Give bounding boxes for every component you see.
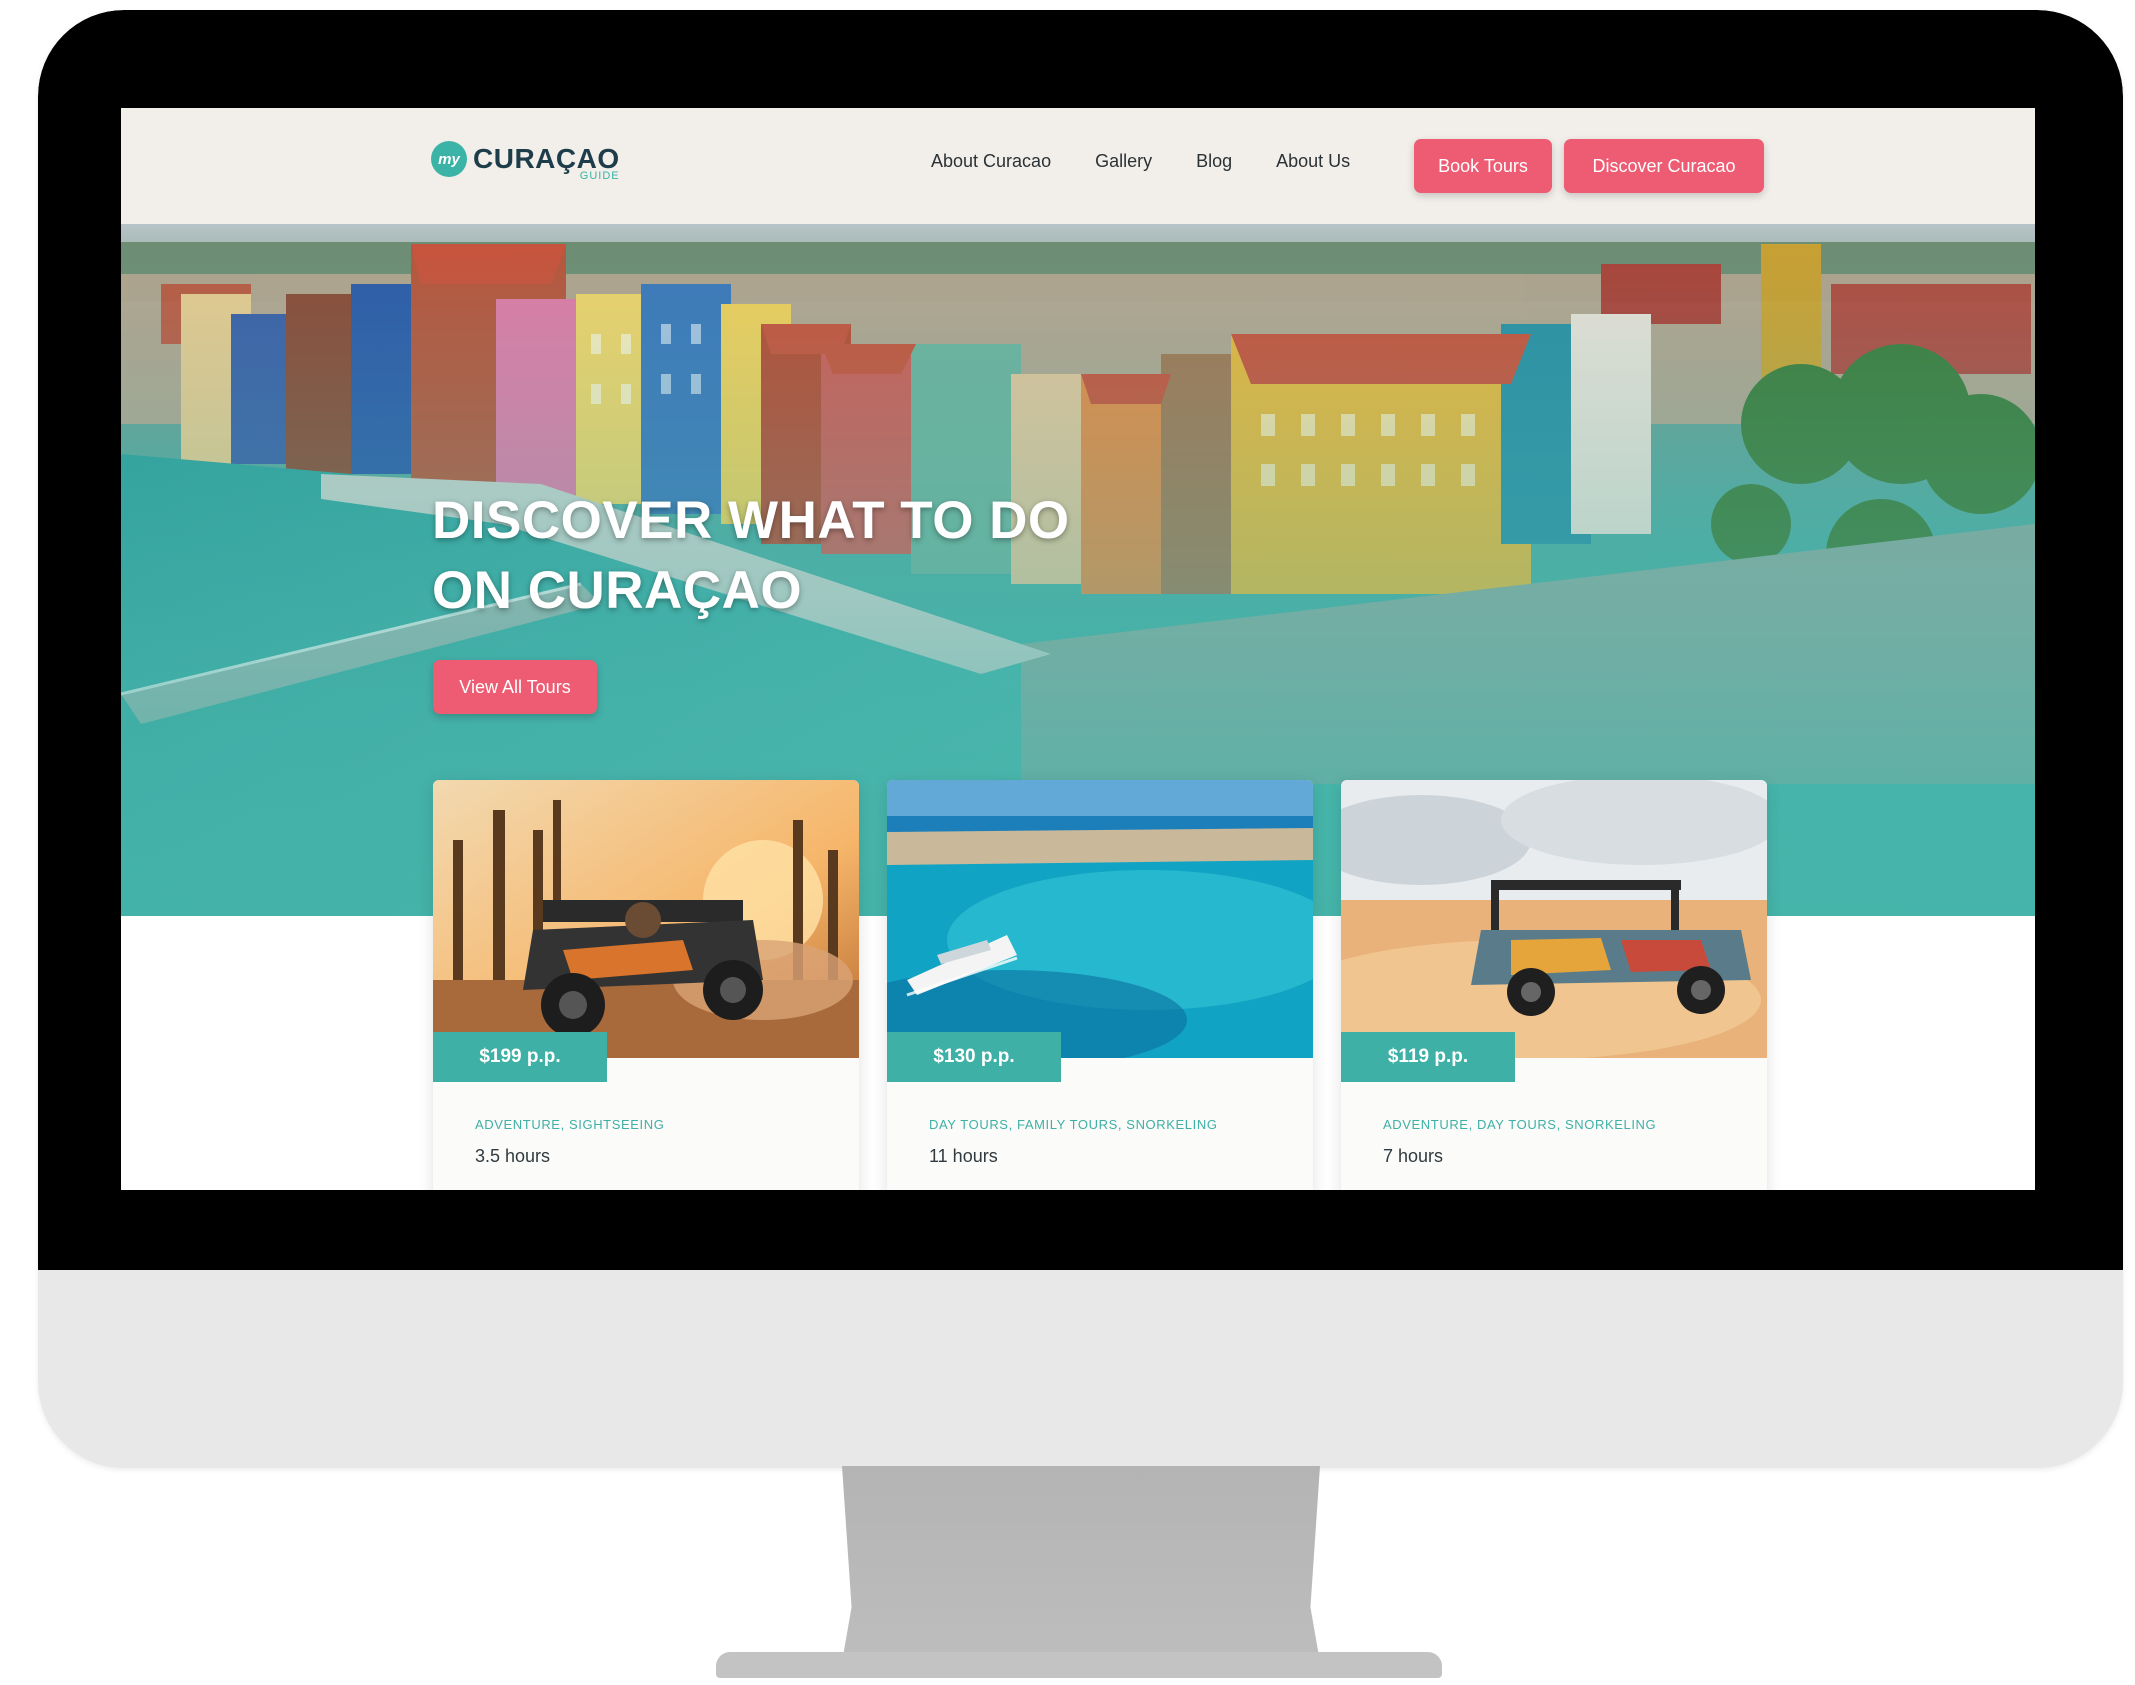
tour-card[interactable]: $119 p.p. ADVENTURE, DAY TOURS, SNORKELI…: [1341, 780, 1767, 1190]
logo-wordmark: CURAÇAO GUIDE: [473, 144, 620, 183]
tour-duration: 7 hours: [1383, 1146, 1444, 1166]
tour-categories: DAY TOURS, FAMILY TOURS, SNORKELING: [929, 1117, 1218, 1132]
tour-duration: 3.5 hours: [475, 1146, 551, 1166]
monitor-stand-base: [716, 1652, 1442, 1678]
site-logo[interactable]: my CURAÇAO GUIDE: [431, 141, 620, 183]
tour-card[interactable]: $199 p.p. ADVENTURE, SIGHTSEEING 3.5 hou…: [433, 780, 859, 1190]
tour-duration: 11 hours: [929, 1146, 998, 1166]
hero-heading-line2: ON CURAÇAO: [432, 561, 803, 620]
book-tours-button[interactable]: Book Tours: [1414, 139, 1552, 193]
hero-heading: DISCOVER WHAT TO DO ON CURAÇAO: [432, 486, 1192, 626]
price-badge: $119 p.p.: [1341, 1032, 1515, 1082]
safari-jeep-photo: [1341, 780, 1767, 1058]
nav-blog[interactable]: Blog: [1196, 148, 1232, 174]
browser-screen: my CURAÇAO GUIDE About Curacao Gallery B…: [121, 108, 2035, 1190]
site-header: my CURAÇAO GUIDE About Curacao Gallery B…: [121, 108, 2035, 224]
price-badge: $130 p.p.: [887, 1032, 1061, 1082]
tour-categories: ADVENTURE, DAY TOURS, SNORKELING: [1383, 1117, 1657, 1132]
yacht-lagoon-photo: [887, 780, 1313, 1058]
tour-card[interactable]: $130 p.p. DAY TOURS, FAMILY TOURS, SNORK…: [887, 780, 1313, 1190]
logo-subtitle: GUIDE: [579, 170, 620, 182]
discover-curacao-button[interactable]: Discover Curacao: [1564, 139, 1764, 193]
logo-badge-icon: my: [431, 141, 467, 177]
main-nav: About Curacao Gallery Blog About Us: [931, 148, 1394, 174]
hero-heading-line1: DISCOVER WHAT TO DO: [432, 491, 1070, 550]
view-all-tours-button[interactable]: View All Tours: [433, 660, 597, 714]
price-badge: $199 p.p.: [433, 1032, 607, 1082]
nav-gallery[interactable]: Gallery: [1095, 148, 1152, 174]
tour-categories: ADVENTURE, SIGHTSEEING: [475, 1117, 665, 1132]
monitor-frame: my CURAÇAO GUIDE About Curacao Gallery B…: [38, 10, 2123, 1468]
monitor-stand-neck: [842, 1466, 1320, 1662]
nav-about-curacao[interactable]: About Curacao: [931, 148, 1051, 174]
nav-about-us[interactable]: About Us: [1276, 148, 1350, 174]
atv-buggy-photo: [433, 780, 859, 1058]
